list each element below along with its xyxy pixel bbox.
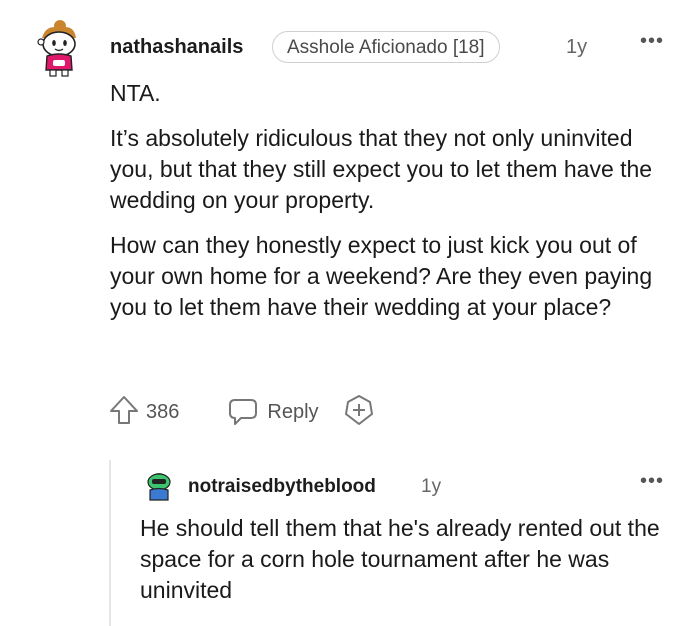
more-options-button[interactable]: ••• <box>640 30 664 53</box>
reply-label: Reply <box>267 400 319 423</box>
reply-body: He should tell them that he's already re… <box>140 513 680 606</box>
comment-paragraph: How can they honestly expect to just kic… <box>110 232 653 320</box>
comment-username[interactable]: nathashanails <box>110 36 243 59</box>
user-flair: Asshole Aficionado [18] <box>272 31 500 63</box>
award-button[interactable] <box>343 394 375 431</box>
snoo-avatar-icon <box>147 473 171 501</box>
comment-paragraph: NTA. <box>110 80 161 106</box>
reply-avatar[interactable] <box>144 468 174 502</box>
reply-timestamp[interactable]: 1y <box>421 476 441 498</box>
reply-button[interactable]: Reply <box>227 397 342 427</box>
plus-circle-icon <box>344 394 373 425</box>
arrow-up-icon <box>110 395 138 424</box>
speech-bubble-icon <box>229 399 258 425</box>
reply-text: He should tell them that he's already re… <box>140 515 660 603</box>
comment-body: NTA. It’s absolutely ridiculous that the… <box>110 78 680 337</box>
avatar[interactable] <box>32 16 84 78</box>
reply-more-options-button[interactable]: ••• <box>640 470 664 493</box>
comment-actions-bar: 386 Reply <box>108 394 375 431</box>
upvote-button[interactable] <box>108 394 140 431</box>
vote-count: 386 <box>146 400 180 423</box>
thread-line[interactable] <box>109 460 111 626</box>
comment-timestamp[interactable]: 1y <box>566 36 587 59</box>
snoo-avatar-icon <box>37 20 76 77</box>
comment-paragraph: It’s absolutely ridiculous that they not… <box>110 125 653 213</box>
reply-username[interactable]: notraisedbytheblood <box>188 476 376 498</box>
